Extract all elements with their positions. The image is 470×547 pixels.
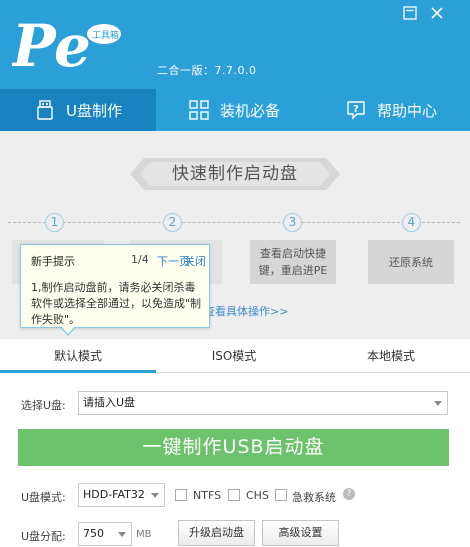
ntfs-label: NTFS xyxy=(193,489,222,502)
app-header: Pe 工具箱 二合一版：7.7.0.0 xyxy=(0,0,470,89)
version-label: 二合一版：7.7.0.0 xyxy=(157,64,257,77)
apps-grid-icon xyxy=(189,100,209,120)
close-icon[interactable] xyxy=(430,6,444,20)
minimize-icon[interactable] xyxy=(403,6,417,20)
upgrade-boot-disk-button[interactable]: 升级启动盘 xyxy=(178,520,255,546)
rescue-system-label: 急救系统 xyxy=(292,491,336,504)
step-number-4: 4 xyxy=(402,213,421,232)
step-box-4: 还原系统 xyxy=(368,240,454,284)
tab-essentials[interactable]: 装机必备 xyxy=(156,89,312,131)
chevron-down-icon xyxy=(434,401,442,406)
tip-title: 新手提示 xyxy=(31,255,75,268)
steps-divider xyxy=(8,222,460,223)
tab-label: 帮助中心 xyxy=(376,101,437,120)
format-select-value: HDD-FAT32 xyxy=(83,488,145,501)
step-number-3: 3 xyxy=(283,213,302,232)
chs-checkbox[interactable] xyxy=(228,489,240,501)
partition-size-select[interactable]: 750 xyxy=(78,522,132,546)
view-details-link[interactable]: 查看具体操作>> xyxy=(204,303,288,319)
usb-select-value: 请插入U盘 xyxy=(83,396,136,409)
tip-close-link[interactable]: 关闭 xyxy=(184,253,206,269)
tab-label: 装机必备 xyxy=(219,101,280,120)
svg-text:工具箱: 工具箱 xyxy=(92,29,119,41)
main-nav: U盘制作 装机必备 ? 帮助中心 xyxy=(0,89,470,131)
tab-help-center[interactable]: ? 帮助中心 xyxy=(312,89,470,131)
pe-logo: Pe 工具箱 xyxy=(12,14,121,78)
tab-default-mode[interactable]: 默认模式 xyxy=(0,339,156,373)
chs-label: CHS xyxy=(246,489,269,502)
usb-drive-icon xyxy=(37,100,53,120)
hero-title: 快速制作启动盘 xyxy=(172,164,298,184)
format-mode-select[interactable]: HDD-FAT32 xyxy=(78,483,165,507)
tip-page-counter: 1/4 xyxy=(131,253,149,266)
partition-size-value: 750 xyxy=(83,527,104,540)
tab-local-mode[interactable]: 本地模式 xyxy=(312,339,470,373)
svg-text:?: ? xyxy=(353,104,359,115)
tab-iso-mode[interactable]: ISO模式 xyxy=(156,339,312,373)
usb-drive-select[interactable]: 请插入U盘 xyxy=(78,391,448,415)
help-icon: ? xyxy=(347,101,365,120)
format-mode-label: U盘模式: xyxy=(21,491,66,504)
partition-unit: MB xyxy=(136,529,152,540)
svg-text:Pe: Pe xyxy=(12,14,91,78)
usb-select-label: 选择U盘: xyxy=(21,399,66,412)
tab-usb-make[interactable]: U盘制作 xyxy=(0,89,156,131)
ntfs-checkbox[interactable] xyxy=(175,489,187,501)
step-number-2: 2 xyxy=(163,213,182,232)
mode-tabs: 默认模式 ISO模式 本地模式 xyxy=(0,339,470,373)
step-number-1: 1 xyxy=(45,213,64,232)
tab-label: U盘制作 xyxy=(66,101,122,120)
make-usb-boot-button[interactable]: 一键制作USB启动盘 xyxy=(18,429,449,466)
beginner-tip-popup: 新手提示 1/4 下一页 关闭 1,制作启动盘前，请务必关闭杀毒软件或选择全部通… xyxy=(20,244,210,328)
advanced-settings-button[interactable]: 高级设置 xyxy=(262,520,339,546)
step-box-3: 查看启动快捷键，重启进PE xyxy=(250,240,336,284)
chevron-down-icon xyxy=(151,493,159,498)
tip-body: 1,制作启动盘前，请务必关闭杀毒软件或选择全部通过，以免造成"制作失败"。 xyxy=(31,281,202,326)
partition-label: U盘分配: xyxy=(21,530,66,543)
question-icon[interactable]: ? xyxy=(343,488,355,500)
rescue-system-checkbox[interactable] xyxy=(275,489,287,501)
chevron-down-icon xyxy=(118,532,126,537)
tip-pointer-fill xyxy=(61,326,75,334)
